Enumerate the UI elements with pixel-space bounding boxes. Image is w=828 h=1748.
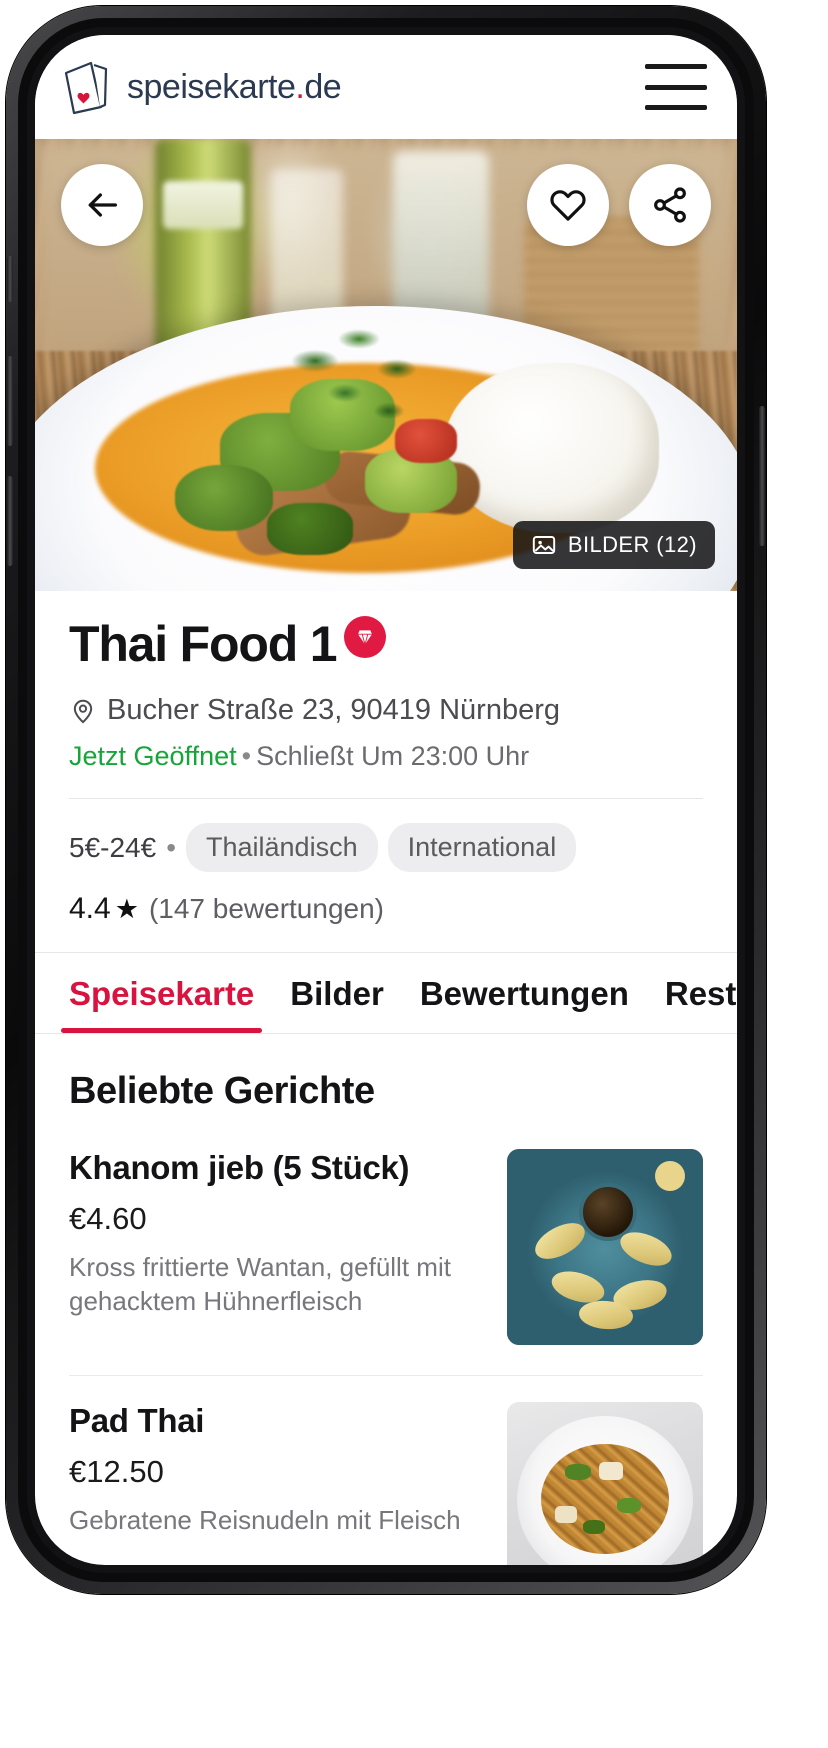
brand-tld: de (304, 67, 342, 106)
back-button[interactable] (61, 164, 143, 246)
volume-up-button[interactable] (7, 356, 13, 446)
address-text: Bucher Straße 23, 90419 Nürnberg (107, 694, 560, 726)
phone-screen: speisekarte.de BILDER (12) Thai Food 1 B… (35, 35, 737, 1565)
app-header: speisekarte.de (35, 35, 737, 139)
menu-item-description: Gebratene Reisnudeln mit Fleisch (69, 1505, 461, 1535)
price-cuisine-row: 5€-24€ • Thailändisch International (69, 823, 703, 872)
hours-separator: • (241, 741, 252, 771)
brand-dot: . (295, 67, 305, 106)
menu-item[interactable]: Pad Thai €12.50 Gebratene Reisnudeln mit… (69, 1376, 703, 1565)
arrow-left-icon (88, 193, 118, 217)
premium-badge (344, 615, 387, 658)
share-button[interactable] (629, 164, 711, 246)
page-content: Thai Food 1 Bucher Straße 23, 90419 Nürn… (35, 591, 737, 1565)
menu-item-name: Pad Thai (69, 1402, 205, 1439)
menu-item-name: Khanom jieb (5 Stück) (69, 1149, 410, 1186)
tab-bewertungen[interactable]: Bewertungen (420, 975, 629, 1033)
restaurant-title-row: Thai Food 1 (69, 615, 703, 672)
cuisine-tag-international[interactable]: International (387, 823, 577, 872)
tab-bilder[interactable]: Bilder (290, 975, 384, 1033)
meta-separator: • (166, 831, 176, 863)
page-title: Thai Food 1 (69, 616, 338, 672)
menu-section: Beliebte Gerichte Khanom jieb (5 Stück) … (35, 1070, 737, 1565)
mute-switch[interactable] (7, 256, 13, 302)
menu-item-thumbnail[interactable] (507, 1149, 703, 1345)
cuisine-tag-thai[interactable]: Thailändisch (186, 823, 378, 872)
menu-cards-logo-icon (61, 59, 113, 115)
menu-item-details: Pad Thai €12.50 Gebratene Reisnudeln mit… (69, 1402, 485, 1538)
menu-item-price: €12.50 (69, 1454, 164, 1489)
hero-image[interactable]: BILDER (12) (35, 139, 737, 591)
images-count-badge[interactable]: BILDER (12) (512, 521, 715, 569)
open-status: Jetzt Geöffnet (69, 741, 237, 771)
menu-item[interactable]: Khanom jieb (5 Stück) €4.60 Kross fritti… (69, 1123, 703, 1376)
phone-frame: speisekarte.de BILDER (12) Thai Food 1 B… (6, 6, 766, 1594)
rating-count: (147 bewertungen) (148, 893, 384, 924)
share-icon (654, 187, 686, 223)
hamburger-menu-icon[interactable] (645, 64, 707, 110)
site-logo[interactable]: speisekarte.de (61, 59, 342, 115)
hamburger-line-1 (645, 64, 707, 69)
tab-restaurant[interactable]: Resta (665, 975, 737, 1033)
screenshot-stage: speisekarte.de BILDER (12) Thai Food 1 B… (0, 0, 828, 1748)
price-range: 5€-24€ (69, 831, 157, 863)
menu-item-details: Khanom jieb (5 Stück) €4.60 Kross fritti… (69, 1149, 485, 1319)
brand-text: speisekarte.de (127, 67, 342, 107)
diamond-icon (358, 629, 373, 646)
heart-icon (550, 190, 586, 221)
section-title-popular-dishes: Beliebte Gerichte (69, 1070, 375, 1112)
opening-hours-row: Jetzt Geöffnet • Schließt Um 23:00 Uhr (69, 741, 703, 772)
phone-inner-frame: speisekarte.de BILDER (12) Thai Food 1 B… (18, 18, 754, 1582)
hamburger-line-3 (645, 105, 707, 110)
volume-down-button[interactable] (7, 476, 13, 566)
phone-bezel: speisekarte.de BILDER (12) Thai Food 1 B… (27, 27, 745, 1573)
restaurant-meta: 5€-24€ • Thailändisch International 4.4 … (35, 799, 737, 926)
images-count-label: BILDER (12) (567, 532, 697, 557)
address-row[interactable]: Bucher Straße 23, 90419 Nürnberg (69, 694, 703, 727)
photo-icon (532, 536, 556, 554)
location-pin-icon (73, 699, 93, 723)
menu-item-price: €4.60 (69, 1201, 147, 1236)
star-icon: ★ (114, 893, 139, 924)
restaurant-info: Thai Food 1 Bucher Straße 23, 90419 Nürn… (35, 591, 737, 799)
closing-time: Schließt Um 23:00 Uhr (256, 741, 530, 771)
tab-speisekarte[interactable]: Speisekarte (60, 975, 263, 1033)
rating-row[interactable]: 4.4 ★ (147 bewertungen) (69, 892, 703, 926)
rating-value: 4.4 (69, 892, 111, 925)
menu-item-thumbnail[interactable] (507, 1402, 703, 1565)
menu-item-description: Kross frittierte Wantan, gefüllt mit geh… (69, 1252, 451, 1316)
tabs-scroller[interactable]: Speisekarte Bilder Bewertungen Resta (35, 953, 737, 1033)
brand-name: speisekarte (127, 67, 296, 106)
tabs-bar: Speisekarte Bilder Bewertungen Resta (35, 952, 737, 1034)
favorite-button[interactable] (527, 164, 609, 246)
hamburger-line-2 (645, 84, 707, 90)
power-button[interactable] (759, 406, 765, 546)
